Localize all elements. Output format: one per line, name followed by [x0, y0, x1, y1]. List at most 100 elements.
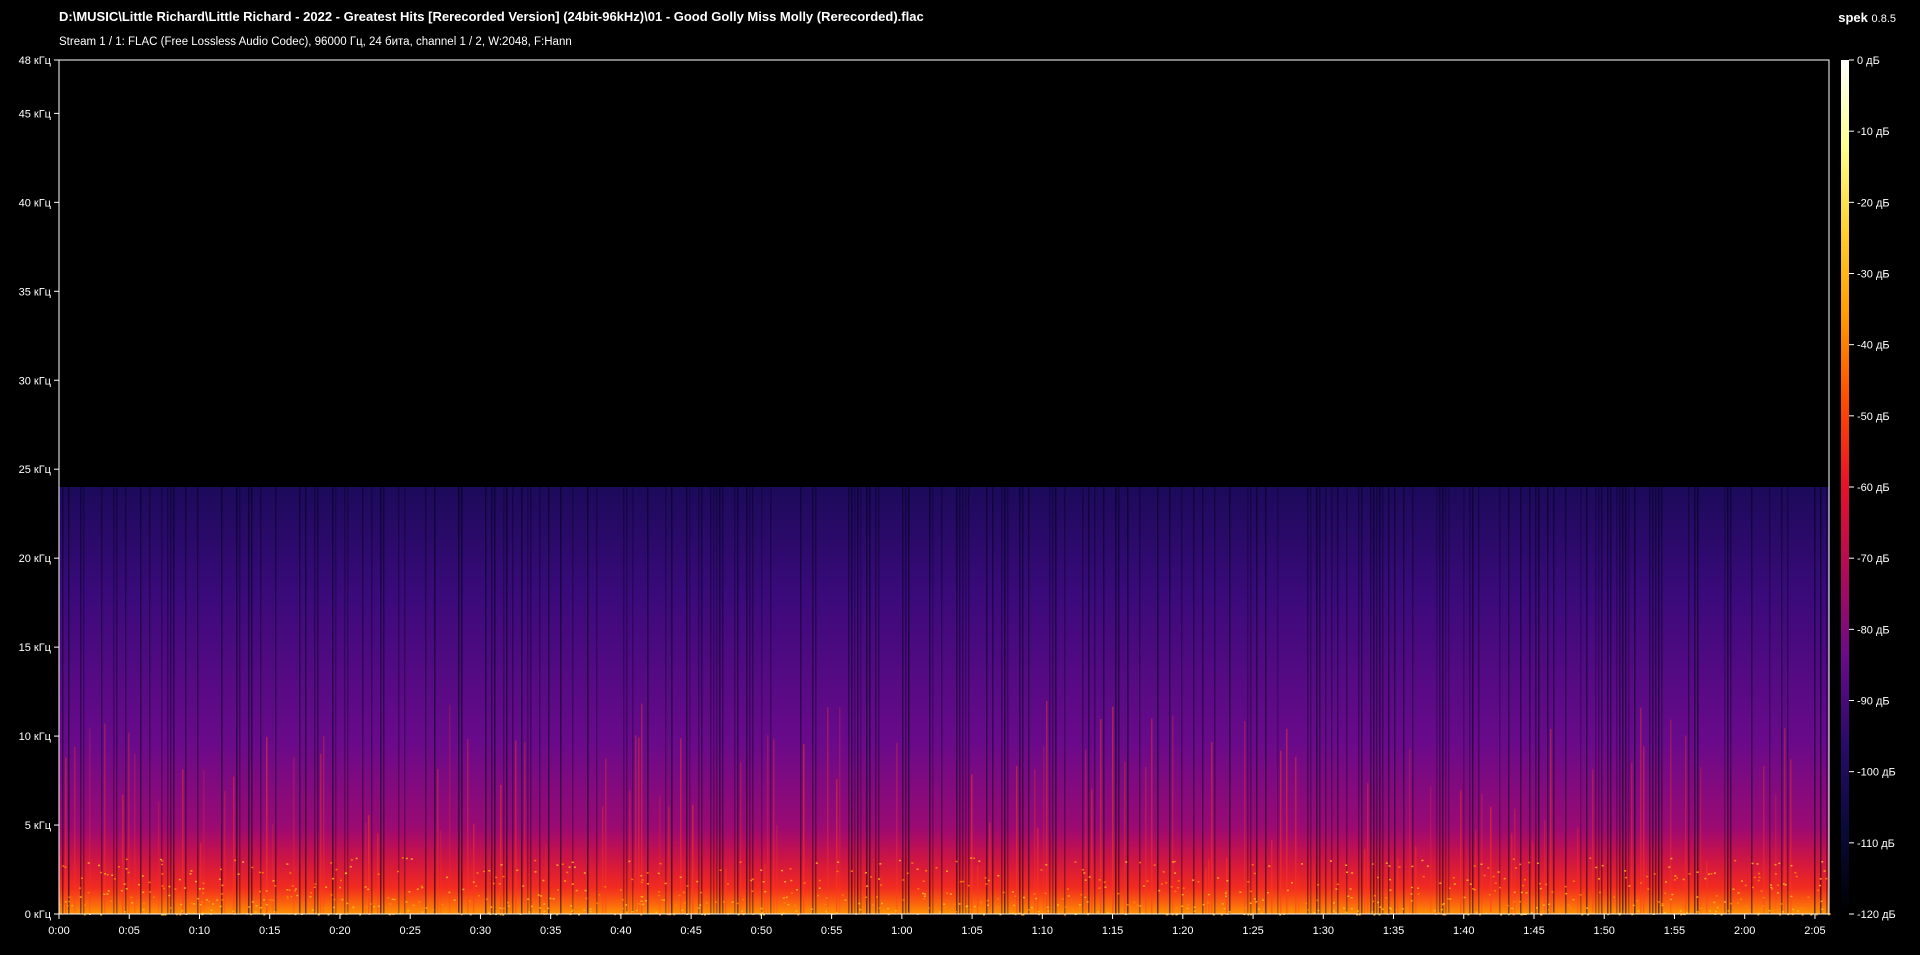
texture-stripe [1112, 706, 1114, 914]
energy-speck [476, 872, 479, 874]
texture-stripe [1820, 487, 1822, 914]
energy-speck [945, 892, 948, 894]
energy-speck [826, 907, 829, 910]
energy-speck [1492, 875, 1495, 878]
energy-speck [637, 903, 640, 905]
texture-stripe [1751, 487, 1753, 914]
energy-speck [1207, 901, 1209, 904]
texture-stripe [1514, 808, 1516, 914]
energy-speck [1317, 884, 1320, 886]
energy-speck [248, 906, 251, 908]
energy-speck [197, 897, 200, 900]
energy-speck [369, 903, 372, 905]
energy-speck [621, 899, 624, 901]
texture-stripe [1370, 487, 1372, 914]
energy-speck [330, 862, 333, 864]
energy-speck [898, 859, 901, 862]
texture-stripe [740, 762, 742, 914]
texture-stripe [500, 784, 502, 914]
texture-stripe [1346, 487, 1348, 914]
energy-speck [198, 888, 201, 890]
x-tick-label: 2:05 [1804, 925, 1825, 937]
energy-speck [1682, 878, 1685, 881]
texture-stripe [812, 487, 814, 914]
energy-speck [876, 896, 878, 898]
texture-stripe [104, 723, 106, 914]
energy-speck [1475, 911, 1478, 914]
energy-speck [1371, 863, 1374, 865]
energy-speck [1671, 893, 1674, 896]
x-tick-label: 1:25 [1242, 925, 1263, 937]
energy-speck [528, 911, 531, 913]
energy-speck [997, 874, 1000, 877]
energy-speck [1820, 900, 1823, 903]
texture-stripe [1622, 487, 1624, 914]
energy-speck [220, 893, 223, 895]
energy-speck [646, 872, 649, 874]
texture-stripe [1730, 487, 1732, 914]
energy-speck [1499, 886, 1501, 889]
texture-stripe [380, 487, 382, 914]
energy-speck [1262, 907, 1265, 910]
energy-speck [425, 907, 428, 909]
texture-stripe [266, 737, 268, 914]
energy-speck [405, 901, 408, 903]
texture-stripe [1784, 728, 1786, 914]
energy-speck [1686, 911, 1688, 914]
x-tick-label: 1:20 [1172, 925, 1193, 937]
texture-stripe [1310, 487, 1312, 914]
energy-speck [1097, 911, 1100, 913]
energy-speck [882, 909, 885, 911]
energy-speck [923, 895, 926, 898]
texture-stripe [1208, 859, 1210, 914]
energy-speck [1421, 859, 1424, 862]
energy-speck [543, 910, 546, 912]
x-tick-label: 0:00 [48, 925, 69, 937]
energy-speck [844, 899, 847, 901]
energy-speck [1640, 882, 1643, 884]
energy-speck [547, 907, 550, 910]
energy-speck [1525, 892, 1528, 894]
energy-speck [1565, 892, 1568, 895]
energy-speck [1572, 898, 1575, 901]
energy-speck [87, 891, 90, 894]
energy-speck [966, 905, 969, 907]
energy-speck [1335, 888, 1338, 890]
texture-stripe [1430, 786, 1432, 914]
texture-stripe [506, 487, 508, 914]
energy-speck [1679, 910, 1682, 912]
texture-stripe [1580, 487, 1582, 914]
texture-stripe [467, 738, 469, 914]
texture-stripe [527, 487, 529, 914]
texture-stripe [173, 487, 175, 914]
energy-speck [507, 905, 510, 907]
texture-stripe [1649, 487, 1651, 914]
texture-stripe [1157, 487, 1159, 914]
energy-speck [1823, 870, 1826, 872]
energy-speck [539, 907, 542, 909]
texture-stripe [1490, 806, 1492, 914]
energy-speck [1174, 890, 1177, 893]
texture-stripe [383, 487, 385, 914]
energy-speck [756, 910, 759, 912]
texture-stripe [1151, 718, 1153, 914]
energy-speck [420, 885, 423, 887]
spectrogram-chart: 0 кГц 5 кГц 10 кГц 15 кГц 20 кГц 25 кГц 30 кГц… [19, 55, 1896, 937]
texture-stripe [1550, 728, 1552, 914]
energy-speck [1286, 889, 1289, 892]
energy-speck [169, 907, 172, 909]
texture-stripe [182, 769, 184, 914]
energy-speck [731, 901, 734, 903]
texture-stripe [458, 487, 460, 914]
energy-speck [131, 902, 134, 904]
energy-speck [1332, 907, 1335, 909]
energy-speck [330, 894, 333, 896]
energy-speck [373, 905, 376, 908]
energy-speck [1782, 883, 1785, 885]
x-tick-label: 0:30 [470, 925, 491, 937]
energy-speck [1715, 895, 1718, 897]
energy-speck [675, 904, 678, 906]
energy-speck [1014, 895, 1017, 897]
energy-speck [1371, 911, 1374, 913]
energy-speck [251, 901, 254, 903]
